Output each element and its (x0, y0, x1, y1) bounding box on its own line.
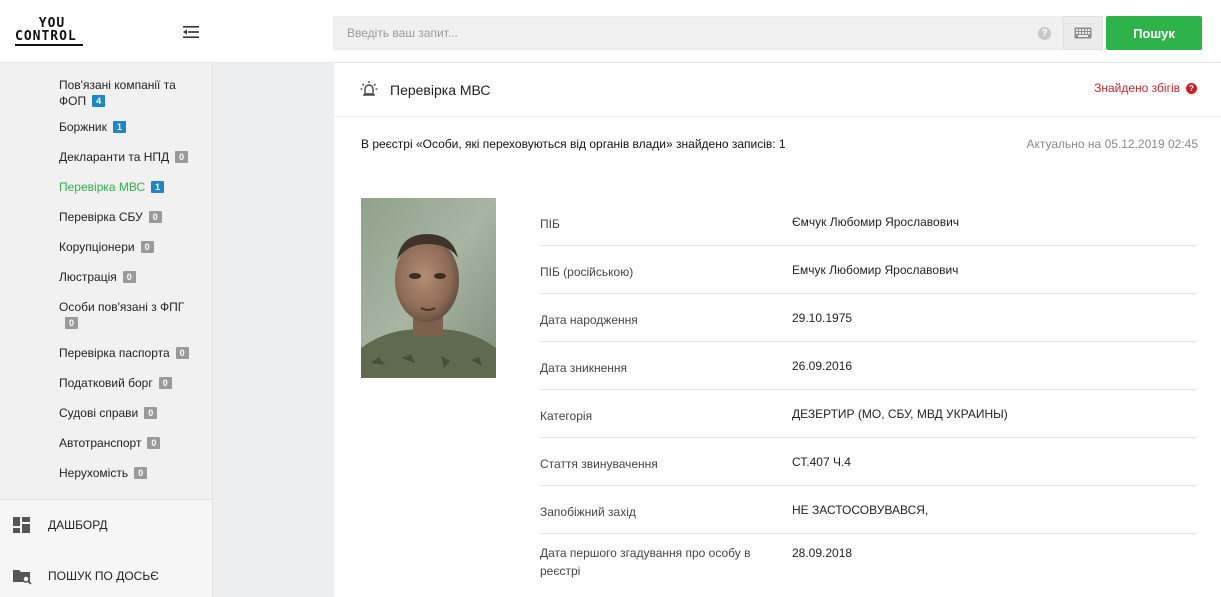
sidebar-item-label: Декларанти та НПД (59, 150, 170, 164)
count-badge: 0 (65, 317, 78, 329)
sidebar-item-real-estate[interactable]: Нерухомість 0 (0, 465, 212, 481)
matches-found-label: Знайдено збігів (1094, 81, 1180, 95)
count-badge: 0 (144, 407, 158, 419)
sidebar-item-label: Податковий борг (59, 376, 153, 390)
dashboard-icon (13, 517, 30, 533)
sidebar-item-label: Перевірка МВС (59, 180, 146, 194)
sidebar-item-corruption[interactable]: Корупціонери 0 (0, 239, 212, 255)
actuality-timestamp: Актуально на 05.12.2019 02:45 (1026, 137, 1198, 151)
panel-header: Перевірка МВС Знайдено збігів ? (334, 63, 1221, 117)
question-icon[interactable]: ? (1186, 82, 1197, 94)
detail-label: ПІБ (російською) (540, 265, 634, 279)
search-input[interactable] (334, 17, 1024, 49)
detail-label: Дата першого згадування про особу в реєс… (540, 546, 751, 578)
sidebar-item-lustration[interactable]: Люстрація 0 (0, 269, 212, 285)
logo-area: YOU CONTROL (0, 0, 213, 63)
detail-label: Дата народження (540, 313, 638, 327)
sidebar-item-debtor[interactable]: Боржник 1 (0, 119, 212, 135)
sidebar: YOU CONTROL Пов'язані компанії та ФОП 4 Б… (0, 0, 213, 597)
detail-value: 28.09.2018 (792, 546, 853, 560)
count-badge: 0 (140, 241, 154, 253)
detail-row-full-name-ru: ПІБ (російською) Емчук Любомир Ярославов… (540, 246, 1197, 294)
sidebar-item-label: Перевірка СБУ (59, 210, 143, 224)
sidebar-item-label: Нерухомість (59, 466, 129, 480)
detail-value: НЕ ЗАСТОСОВУВАВСЯ, (792, 503, 929, 517)
detail-label: Дата зникнення (540, 361, 628, 375)
logo[interactable]: YOU CONTROL (15, 17, 85, 46)
detail-label: Запобіжний захід (540, 505, 636, 519)
sidebar-nav: Пов'язані компанії та ФОП 4 Боржник 1 Декл… (0, 63, 212, 495)
detail-row-birth-date: Дата народження 29.10.1975 (540, 294, 1197, 342)
folder-search-icon (13, 570, 32, 585)
sidebar-item-fpg-persons[interactable]: Особи пов'язані з ФПГ 0 (0, 299, 212, 331)
detail-value: 26.09.2016 (792, 359, 853, 373)
detail-row-disappearance-date: Дата зникнення 26.09.2016 (540, 342, 1197, 390)
detail-row-full-name: ПІБ Ємчук Любомир Ярославович (540, 198, 1197, 246)
sidebar-item-court-cases[interactable]: Судові справи 0 (0, 405, 212, 421)
count-badge: 0 (175, 347, 189, 359)
sidebar-item-declarants[interactable]: Декларанти та НПД 0 (0, 149, 212, 165)
detail-row-charge-article: Стаття звинувачення СТ.407 Ч.4 (540, 438, 1197, 486)
detail-value: ДЕЗЕРТИР (МО, СБУ, МВД УКРАИНЫ) (792, 407, 1008, 421)
sidebar-item-label: Корупціонери (59, 240, 135, 254)
detail-value: Ємчук Любомир Ярославович (792, 215, 960, 229)
collapse-menu-icon[interactable] (183, 26, 199, 38)
detail-row-first-mention-date: Дата першого згадування про особу в реєс… (540, 534, 1197, 594)
siren-icon (360, 81, 378, 96)
sidebar-bottom: ДАШБОРД ПОШУК ПО ДОСЬЄ (0, 499, 212, 597)
sidebar-item-label: Судові справи (59, 406, 139, 420)
virtual-keyboard-button[interactable] (1063, 16, 1103, 50)
count-badge: 1 (112, 121, 126, 133)
panel-title: Перевірка МВС (390, 82, 491, 98)
registry-summary: В реєстрі «Особи, які переховуються від … (361, 137, 786, 151)
person-details: ПІБ Ємчук Любомир Ярославович ПІБ (росій… (540, 198, 1197, 594)
sidebar-item-mvs-check[interactable]: Перевірка МВС 1 (0, 179, 212, 195)
count-badge: 0 (175, 151, 189, 163)
detail-label: Стаття звинувачення (540, 457, 658, 471)
count-badge: 1 (151, 181, 165, 193)
search-box: ? (333, 16, 1063, 50)
dashboard-link[interactable]: ДАШБОРД (12, 515, 108, 535)
sidebar-item-label: Боржник (59, 120, 107, 134)
count-badge: 4 (92, 95, 106, 107)
count-badge: 0 (147, 437, 161, 449)
dossier-search-label: ПОШУК ПО ДОСЬЄ (48, 569, 159, 583)
sidebar-item-label: Особи пов'язані з ФПГ (59, 300, 185, 314)
keyboard-icon (1074, 27, 1092, 39)
sidebar-item-label: Люстрація (59, 270, 117, 284)
count-badge: 0 (134, 467, 148, 479)
matches-found-link[interactable]: Знайдено збігів ? (1094, 81, 1197, 95)
sidebar-item-passport-check[interactable]: Перевірка паспорта 0 (0, 345, 212, 361)
mvs-check-panel: Перевірка МВС Знайдено збігів ? В реєстр… (334, 63, 1221, 597)
detail-row-preventive-measure: Запобіжний захід НЕ ЗАСТОСОВУВАВСЯ, (540, 486, 1197, 534)
count-badge: 0 (158, 377, 172, 389)
sidebar-item-tax-debt[interactable]: Податковий борг 0 (0, 375, 212, 391)
sidebar-item-vehicles[interactable]: Автотранспорт 0 (0, 435, 212, 451)
dossier-search-link[interactable]: ПОШУК ПО ДОСЬЄ (12, 566, 159, 586)
count-badge: 0 (122, 271, 136, 283)
detail-label: ПІБ (540, 217, 560, 231)
top-bar: ? Пошук (213, 0, 1221, 63)
detail-label: Категорія (540, 409, 593, 423)
count-badge: 0 (148, 211, 162, 223)
detail-row-category: Категорія ДЕЗЕРТИР (МО, СБУ, МВД УКРАИНЫ… (540, 390, 1197, 438)
dashboard-label: ДАШБОРД (48, 518, 108, 532)
detail-value: СТ.407 Ч.4 (792, 455, 851, 469)
detail-value: Емчук Любомир Ярославович (792, 263, 959, 277)
sidebar-item-related-companies[interactable]: Пов'язані компанії та ФОП 4 (0, 77, 212, 109)
search-button[interactable]: Пошук (1106, 16, 1202, 50)
detail-value: 29.10.1975 (792, 311, 853, 325)
logo-line-2: CONTROL (15, 30, 83, 46)
help-icon[interactable]: ? (1038, 27, 1051, 40)
sidebar-item-label: Перевірка паспорта (59, 346, 170, 360)
sidebar-item-label: Автотранспорт (59, 436, 142, 450)
person-photo (361, 198, 496, 378)
sidebar-item-sbu-check[interactable]: Перевірка СБУ 0 (0, 209, 212, 225)
sidebar-item-label: Пов'язані компанії та ФОП (59, 78, 176, 108)
